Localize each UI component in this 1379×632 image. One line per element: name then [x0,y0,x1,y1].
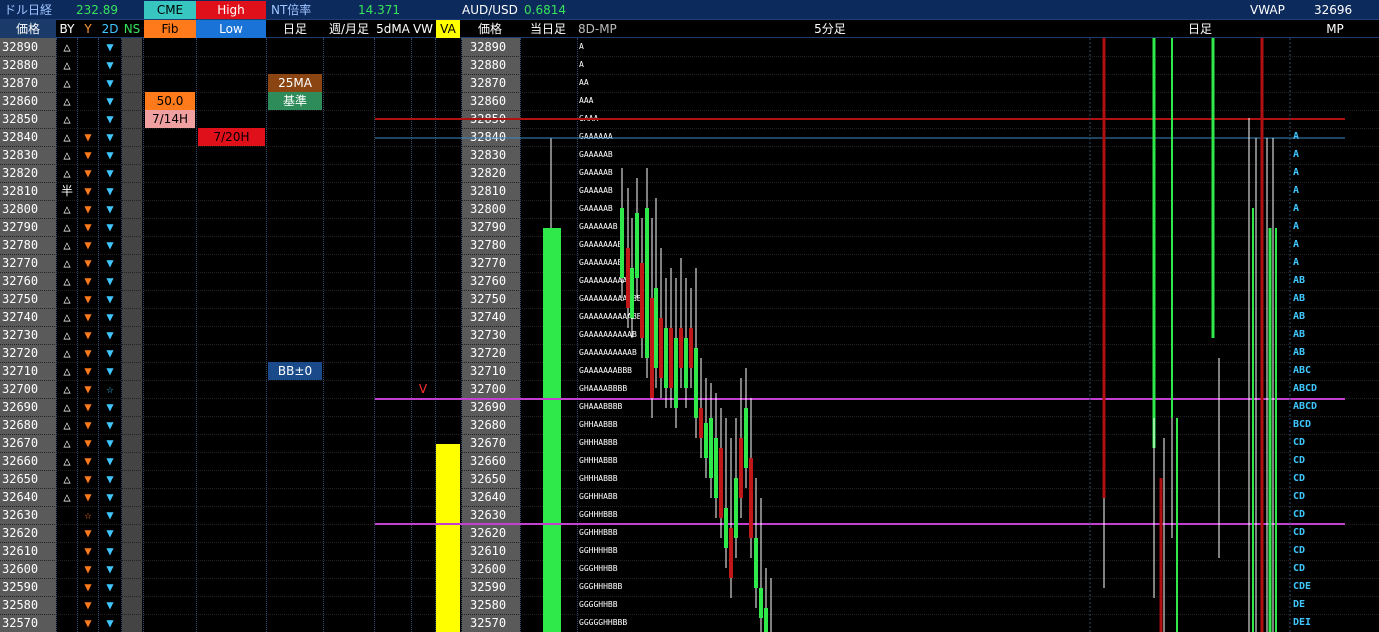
candle-body [744,408,748,468]
col-today-bar: 当日足 [529,22,566,36]
low-badge[interactable]: Low [196,20,266,38]
col-mp: MP [1326,22,1344,36]
audusd-value: 0.6814 [524,3,566,17]
candle-body [679,328,683,368]
candle-body [754,538,758,588]
fib-badge[interactable]: Fib [144,20,196,38]
candle-body [674,338,678,408]
candle-body [709,418,713,478]
col-2d: 2D [101,22,119,36]
candle-body [630,268,634,318]
chart-overlay [375,38,1345,632]
candle-body [714,438,718,498]
candle-body [684,338,688,388]
candle-body [724,508,728,548]
col-daily2: 日足 [1187,22,1212,36]
vwap-value: 32696 [1314,3,1353,17]
candle-body [669,328,673,388]
candle-body [719,448,723,518]
dollar-nikkei-value: 232.89 [76,3,118,17]
candle-body [626,248,630,308]
col-ns: NS [123,22,141,36]
today-candle [543,228,561,632]
col-by: BY [59,22,75,36]
candle-body [635,213,639,278]
nt-ratio-value: 14.371 [358,3,400,17]
va-bar [436,444,460,632]
col-y: Y [84,22,92,36]
candle-body [759,588,763,618]
col-price2: 価格 [477,22,502,36]
audusd-label: AUD/USD [462,3,518,17]
col-price: 価格 [0,20,56,38]
col-8d-mp: 8D-MP [578,22,617,36]
col-va: VA [436,20,460,38]
candle-body [645,208,649,358]
col-weekly-monthly: 週/月足 [328,22,370,36]
dollar-nikkei-label: ドル日経 [4,3,53,17]
candle-body [729,528,733,578]
candle-body [689,328,693,368]
nt-ratio-label: NT倍率 [271,3,312,17]
candle-body [664,328,668,388]
col-vw: VW [412,22,434,36]
candle-body [659,318,663,378]
candle-body [654,288,658,368]
candle-body [734,478,738,538]
candle-body [640,263,644,338]
candle-body [764,608,768,632]
col-5dma: 5dMA [376,22,410,36]
candle-body [749,458,753,538]
col-daily: 日足 [282,22,307,36]
candle-body [620,208,624,278]
vwap-label: VWAP [1250,3,1285,17]
candle-body [739,438,743,498]
candle-body [704,423,708,458]
cme-badge[interactable]: CME [144,1,196,19]
col-5min: 5分足 [814,22,846,36]
column-header-bar: 価格 BY Y 2D NS Fib Low 日足 週/月足 5dMA VW VA… [0,20,1379,38]
candle-body [650,298,654,398]
top-info-bar: ドル日経 232.89 CME High NT倍率 14.371 AUD/USD… [0,0,1379,20]
candle-body [699,408,703,438]
candle-body [694,348,698,418]
high-badge[interactable]: High [196,1,266,19]
